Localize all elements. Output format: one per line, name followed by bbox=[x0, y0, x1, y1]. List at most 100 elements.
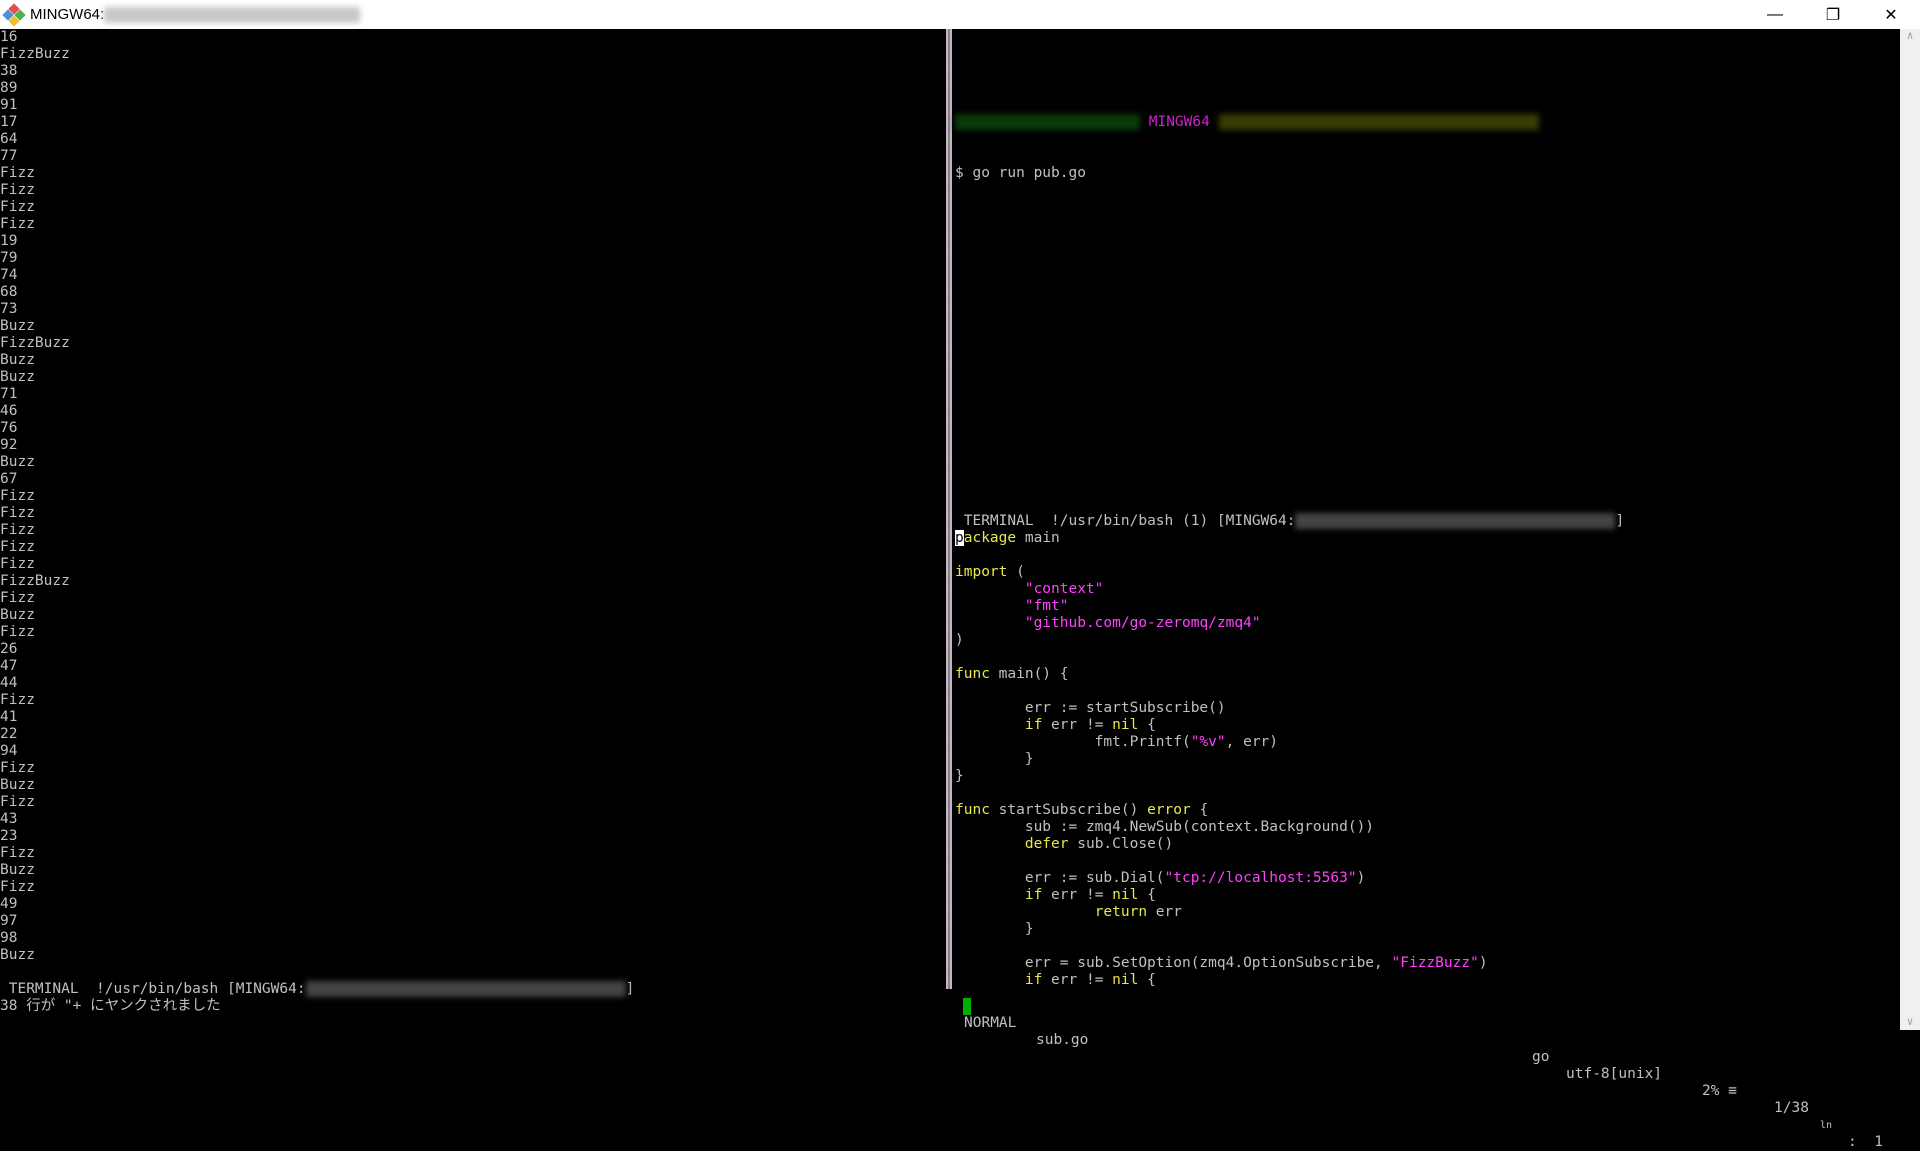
output-line: Fizz bbox=[0, 488, 35, 504]
output-line: Fizz bbox=[0, 182, 35, 198]
output-line: Fizz bbox=[0, 556, 35, 572]
code-token: , err) bbox=[1225, 734, 1279, 750]
output-line: 89 bbox=[0, 80, 18, 96]
code-token: if bbox=[1024, 717, 1043, 733]
code-line: err = sub.SetOption(zmq4.OptionSubscribe… bbox=[955, 955, 1488, 972]
code-line: err := startSubscribe() bbox=[955, 700, 1488, 717]
redacted-user bbox=[955, 114, 1140, 130]
file-name: sub.go bbox=[1036, 1032, 1089, 1048]
output-line: 23 bbox=[0, 828, 18, 844]
output-line: 73 bbox=[0, 301, 18, 317]
code-token: func bbox=[955, 802, 990, 818]
output-line: 47 bbox=[0, 658, 18, 674]
output-line: Fizz bbox=[0, 794, 35, 810]
code-token: ) bbox=[955, 632, 964, 648]
output-line: 26 bbox=[0, 641, 18, 657]
close-button[interactable]: ✕ bbox=[1862, 0, 1920, 29]
code-editor[interactable]: package main import ( "context" "fmt" "gi… bbox=[955, 530, 1488, 989]
code-token: ( bbox=[1007, 564, 1025, 580]
code-token: err = sub.SetOption(zmq4.OptionSubscribe… bbox=[955, 955, 1392, 971]
code-line: fmt.Printf("%v", err) bbox=[955, 734, 1488, 751]
output-line: 22 bbox=[0, 726, 18, 742]
scrollbar[interactable]: ∧ ∨ bbox=[1900, 29, 1920, 1030]
code-line: ) bbox=[955, 632, 1488, 649]
file-encoding: utf-8[unix] bbox=[1566, 1066, 1663, 1082]
code-token: ) bbox=[1356, 870, 1366, 886]
minimize-button[interactable]: — bbox=[1746, 0, 1804, 29]
code-token: sub.Close() bbox=[1068, 836, 1174, 852]
code-token: func bbox=[955, 666, 990, 682]
code-token: nil bbox=[1112, 887, 1139, 903]
code-token: { bbox=[1138, 887, 1156, 903]
code-token: defer bbox=[1024, 836, 1069, 852]
window-title: MINGW64: bbox=[30, 6, 105, 23]
terminal-label: TERMINAL bbox=[963, 513, 1034, 529]
vertical-split-separator[interactable] bbox=[946, 29, 952, 989]
left-terminal-output[interactable]: 16 FizzBuzz 38 89 91 17 64 77 Fizz Fizz Fizz Fizz 19… bbox=[0, 29, 946, 964]
terminal-path: !/usr/bin/bash [MINGW64: bbox=[96, 981, 306, 997]
code-line: defer sub.Close() bbox=[955, 836, 1488, 853]
output-line: Buzz bbox=[0, 352, 35, 368]
output-line: 91 bbox=[0, 97, 18, 113]
code-line: sub := zmq4.NewSub(context.Background()) bbox=[955, 819, 1488, 836]
output-line: Fizz bbox=[0, 692, 35, 708]
code-token: main() { bbox=[989, 666, 1069, 682]
code-token: err != bbox=[1042, 887, 1113, 903]
text-cursor: p bbox=[955, 530, 964, 546]
output-line: Fizz bbox=[0, 624, 35, 640]
redacted-path bbox=[305, 981, 626, 997]
code-line: } bbox=[955, 751, 1488, 768]
output-line: FizzBuzz bbox=[0, 46, 70, 62]
output-line: Buzz bbox=[0, 862, 35, 878]
output-line: 98 bbox=[0, 930, 18, 946]
code-token: sub := zmq4.NewSub(context.Background()) bbox=[955, 819, 1375, 835]
code-token: "tcp://localhost:5563" bbox=[1164, 870, 1357, 886]
output-line: 44 bbox=[0, 675, 18, 691]
redacted-cwd bbox=[1218, 114, 1539, 130]
output-line: Buzz bbox=[0, 454, 35, 470]
output-line: Fizz bbox=[0, 165, 35, 181]
code-line: import ( bbox=[955, 564, 1488, 581]
code-token: main bbox=[1016, 530, 1060, 546]
code-line: func startSubscribe() error { bbox=[955, 802, 1488, 819]
prompt-host: MINGW64 bbox=[1148, 114, 1210, 130]
output-line: Fizz bbox=[0, 590, 35, 606]
vim-mode: NORMAL bbox=[964, 1015, 1017, 1031]
output-line: 97 bbox=[0, 913, 18, 929]
code-token: error bbox=[1147, 802, 1191, 818]
git-bash-logo-icon bbox=[2, 2, 26, 27]
output-line: Fizz bbox=[0, 539, 35, 555]
code-line: } bbox=[955, 768, 1488, 785]
output-line: 16 bbox=[0, 29, 18, 45]
output-line: Buzz bbox=[0, 318, 35, 334]
code-line: "fmt" bbox=[955, 598, 1488, 615]
output-line: FizzBuzz bbox=[0, 335, 70, 351]
scroll-up-icon[interactable]: ∧ bbox=[1900, 29, 1920, 42]
right-pane[interactable]: MINGW64 $ go run pub.go TERMINAL !/usr/b… bbox=[955, 29, 1900, 988]
terminal-statusline: TERMINAL !/usr/bin/bash (1) [MINGW64:] bbox=[955, 513, 1624, 530]
output-line: 17 bbox=[0, 114, 18, 130]
code-token: startSubscribe() bbox=[989, 802, 1148, 818]
code-line: err := sub.Dial("tcp://localhost:5563") bbox=[955, 870, 1488, 887]
output-line: 71 bbox=[0, 386, 18, 402]
terminal-path: !/usr/bin/bash (1) [MINGW64: bbox=[1051, 513, 1296, 529]
code-token: return bbox=[1094, 904, 1148, 920]
output-line: Buzz bbox=[0, 947, 35, 963]
output-line: Buzz bbox=[0, 369, 35, 385]
code-token: "context" bbox=[1024, 581, 1104, 597]
output-line: 43 bbox=[0, 811, 18, 827]
output-line: Fizz bbox=[0, 879, 35, 895]
code-token: "github.com/go-zeromq/zmq4" bbox=[1024, 615, 1261, 631]
output-line: 38 bbox=[0, 63, 18, 79]
scroll-down-icon[interactable]: ∨ bbox=[1900, 1015, 1920, 1028]
output-line: 41 bbox=[0, 709, 18, 725]
restore-button[interactable]: ❐ bbox=[1804, 0, 1862, 29]
